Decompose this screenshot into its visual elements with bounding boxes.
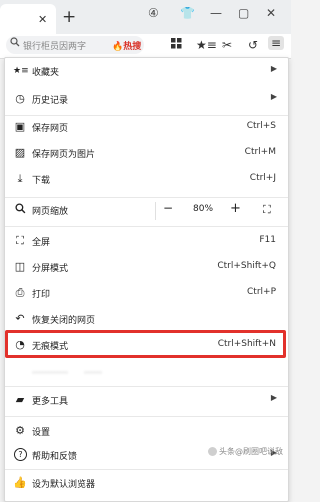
shortcut-label: Ctrl+M (244, 147, 276, 157)
highlight-box (5, 330, 286, 358)
menu-item-obscured[interactable]: ………… …… (5, 361, 288, 385)
submenu-arrow-icon: ▶ (270, 92, 277, 101)
save-image-icon: ▨ (14, 146, 26, 159)
submenu-arrow-icon: ▶ (270, 393, 277, 402)
menu-divider (5, 226, 288, 227)
zoom-icon (13, 203, 27, 217)
menu-item-print[interactable]: ⎙ 打印 Ctrl+P (5, 282, 288, 306)
split-screen-icon: ◫ (14, 260, 26, 273)
zoom-fullscreen-icon[interactable]: ⛶ (263, 203, 271, 217)
menu-item-label: ………… (32, 366, 68, 376)
menu-item-settings[interactable]: ⚙ 设置 (5, 420, 288, 444)
menu-item-label: 保存网页 (32, 124, 69, 134)
menu-item-favorites[interactable]: ★≡ 收藏夹 ▶ (5, 60, 288, 84)
save-page-icon: ▣ (14, 120, 26, 133)
submenu-arrow-icon: ▶ (270, 64, 277, 73)
menu-item-label: 历史记录 (32, 96, 69, 106)
menu-item-label: 更多工具 (32, 397, 69, 407)
search-icon (10, 37, 20, 50)
history-icon: ◷ (15, 92, 25, 105)
watermark-text: 头条@刷圈吧说敌 (219, 447, 283, 456)
fullscreen-icon: ⛶ (16, 234, 24, 247)
close-window-icon[interactable]: ✕ (266, 6, 276, 20)
watermark: 头条@刷圈吧说敌 (208, 446, 283, 457)
menu-item-label: 设置 (32, 428, 51, 438)
menu-item-download[interactable]: ⤓ 下载 Ctrl+J (5, 168, 288, 192)
zoom-label: 网页缩放 (32, 207, 69, 217)
zoom-value: 80% (193, 204, 214, 214)
help-icon: ? (14, 448, 27, 461)
menu-item-restore-closed[interactable]: ↶ 恢复关闭的网页 (5, 308, 288, 332)
zoom-divider (155, 202, 156, 220)
skin-icon[interactable]: 👕 (180, 6, 195, 20)
menu-item-label: 下载 (32, 176, 51, 186)
shortcut-label: Ctrl+J (249, 173, 276, 183)
menu-icon[interactable]: ≡ (268, 36, 285, 50)
menu-item-label: 帮助和反馈 (32, 452, 78, 462)
star-list-icon[interactable]: ★≡ (196, 38, 217, 52)
menu-item-set-default[interactable]: 👍 设为默认浏览器 (5, 472, 288, 496)
shortcut-label: F11 (259, 235, 276, 245)
thumbs-up-icon: 👍 (13, 476, 27, 489)
restore-icon: ↶ (15, 312, 25, 325)
shortcut-label: …… (84, 366, 102, 376)
tab-bar: ✕ + ④ 👕 — ▢ ✕ (0, 0, 291, 35)
close-tab-icon[interactable]: ✕ (38, 13, 47, 26)
menu-item-label: 全屏 (32, 238, 51, 248)
menu-item-save-page[interactable]: ▣ 保存网页 Ctrl+S (5, 116, 288, 140)
new-tab-button[interactable]: + (62, 7, 76, 27)
menu-divider (5, 197, 288, 198)
watermark-logo-icon (208, 447, 217, 456)
menu-item-history[interactable]: ◷ 历史记录 ▶ (5, 88, 288, 112)
browser-tab[interactable]: ✕ (0, 4, 56, 34)
browser-main-menu: ★≡ 收藏夹 ▶ ◷ 历史记录 ▶ ▣ 保存网页 Ctrl+S ▨ 保存网页为图… (4, 57, 289, 502)
shortcut-label: Ctrl+P (247, 287, 276, 297)
menu-item-split-screen[interactable]: ◫ 分屏模式 Ctrl+Shift+Q (5, 256, 288, 280)
print-icon: ⎙ (15, 286, 25, 299)
menu-item-label: 收藏夹 (32, 68, 60, 78)
download-icon: ⤓ (17, 172, 23, 185)
scissors-icon[interactable]: ✂ (222, 38, 232, 52)
shortcut-label: Ctrl+S (246, 121, 276, 131)
menu-divider (5, 469, 288, 470)
gear-icon: ⚙ (15, 424, 25, 437)
menu-item-more-tools[interactable]: ▰ 更多工具 ▶ (5, 389, 288, 413)
search-input[interactable]: 银行柜员因两字 🔥热搜 (6, 36, 144, 54)
maximize-icon[interactable]: ▢ (238, 6, 249, 20)
menu-divider (5, 386, 288, 387)
undo-icon[interactable]: ↺ (248, 38, 258, 52)
menu-item-zoom: 网页缩放 − 80% + ⛶ (5, 199, 288, 223)
hot-search-badge[interactable]: 🔥热搜 (112, 39, 141, 52)
menu-item-label: 恢复关闭的网页 (32, 316, 96, 326)
minimize-icon[interactable]: — (210, 6, 222, 20)
menu-item-label: 分屏模式 (32, 264, 69, 274)
tab-count-icon[interactable]: ④ (148, 6, 159, 20)
menu-divider (5, 416, 288, 417)
menu-item-fullscreen[interactable]: ⛶ 全屏 F11 (5, 230, 288, 254)
favorites-icon: ★≡ (13, 66, 29, 76)
zoom-out-button[interactable]: − (163, 201, 173, 215)
menu-item-label: 打印 (32, 290, 51, 300)
menu-item-save-as-image[interactable]: ▨ 保存网页为图片 Ctrl+M (5, 142, 288, 166)
menu-item-label: 设为默认浏览器 (32, 480, 96, 490)
search-suggestion-text: 银行柜员因两字 (23, 42, 87, 52)
toolbox-icon: ▰ (15, 393, 25, 406)
toolbar: 银行柜员因两字 🔥热搜 ★≡ ✂ ↺ ≡ (0, 34, 291, 59)
menu-item-label: 保存网页为图片 (32, 150, 96, 160)
zoom-in-button[interactable]: + (230, 201, 241, 216)
grid-icon[interactable] (171, 38, 182, 52)
shortcut-label: Ctrl+Shift+Q (217, 261, 276, 271)
